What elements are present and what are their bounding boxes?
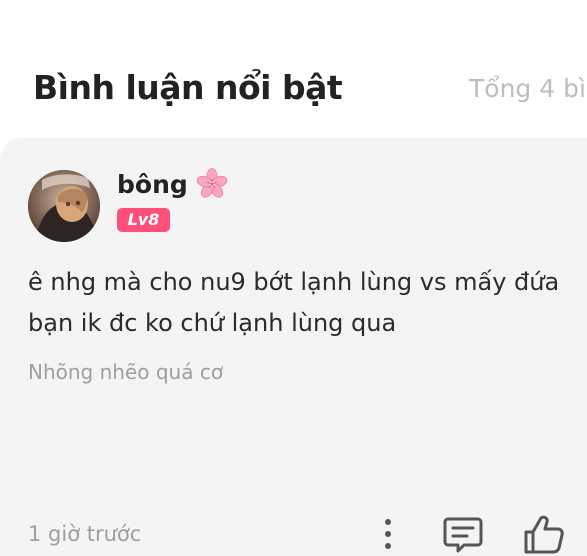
comment-text: ê nhg mà cho nu9 bớt lạnh lùng vs mấy đứ… <box>28 268 560 337</box>
more-vertical-icon[interactable] <box>372 516 404 552</box>
page: Bình luận nổi bật Tổng 4 bìn <box>0 0 587 556</box>
username[interactable]: bông <box>117 170 188 199</box>
avatar-image <box>28 170 100 242</box>
avatar[interactable] <box>28 170 100 242</box>
section-title: Bình luận nổi bật <box>33 68 343 107</box>
total-comments-count[interactable]: Tổng 4 bìn <box>469 74 587 103</box>
thumbs-up-icon[interactable] <box>522 512 566 556</box>
level-badge: Lv8 <box>117 208 170 232</box>
sakura-flower-icon <box>196 168 228 200</box>
username-row: bông <box>117 164 228 204</box>
comment-card[interactable]: bông Lv8 ê nhg mà cho nu9 bớt lạnh lùng … <box>0 138 587 556</box>
comment-icon[interactable] <box>442 514 484 556</box>
reply-preview[interactable]: Nhõng nhẽo quá cơ <box>28 360 223 384</box>
featured-comments-header: Bình luận nổi bật Tổng 4 bìn <box>0 60 587 120</box>
timestamp: 1 giờ trước <box>28 522 142 546</box>
